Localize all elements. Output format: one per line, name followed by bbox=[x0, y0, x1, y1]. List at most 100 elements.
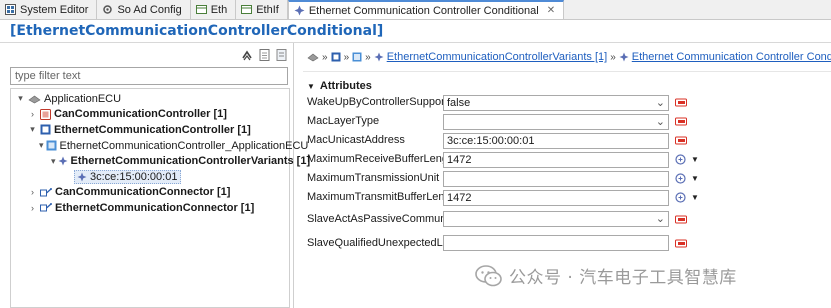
attribute-value: 3c:ce:15:00:00:01 bbox=[447, 134, 535, 147]
tree-item-count: [1] bbox=[237, 201, 255, 214]
tab-so-ad-config[interactable]: So Ad Config bbox=[97, 0, 191, 19]
attribute-input[interactable]: 1472 bbox=[443, 151, 669, 168]
table-icon bbox=[241, 5, 253, 14]
tree-item-label: ApplicationECU bbox=[44, 92, 122, 105]
reference-icon[interactable] bbox=[675, 154, 686, 165]
dropdown-arrow-icon[interactable]: ▼ bbox=[691, 193, 699, 202]
clear-value-icon[interactable] bbox=[675, 215, 687, 224]
variant-icon[interactable] bbox=[619, 52, 629, 62]
wechat-logo-icon bbox=[475, 264, 502, 286]
chevron-down-icon[interactable]: ⌄ bbox=[656, 97, 665, 108]
attribute-actions bbox=[675, 215, 687, 224]
tree-toolbar bbox=[241, 49, 287, 61]
tree-item-count: [1] bbox=[210, 108, 227, 121]
tab-ethernet-communication-controller-conditional[interactable]: Ethernet Communication Controller Condit… bbox=[287, 0, 565, 19]
attributes-section-header[interactable]: ▼ Attributes bbox=[307, 80, 372, 92]
tree-pane: ▾ ApplicationECU › CanCommunicationControll… bbox=[0, 43, 310, 308]
eth-controller-icon bbox=[40, 124, 51, 135]
tab-ethif[interactable]: EthIf bbox=[236, 0, 288, 19]
attribute-actions bbox=[675, 117, 687, 126]
tree-item[interactable]: ▾ ApplicationECU bbox=[11, 91, 289, 107]
dropdown-arrow-icon[interactable]: ▼ bbox=[691, 174, 699, 183]
tab-label: Ethernet Communication Controller Condit… bbox=[308, 4, 539, 17]
attribute-row: SlaveActAsPassiveCommunicatio... ⌄ bbox=[307, 207, 827, 231]
attribute-actions: ▼ bbox=[675, 173, 699, 184]
tree-item[interactable]: › CanCommunicationConnector [1] bbox=[11, 185, 289, 201]
chevron-down-icon[interactable]: ⌄ bbox=[656, 116, 665, 127]
tree-item[interactable]: ▾ EthernetCommunicationController_Applica… bbox=[11, 138, 308, 154]
attribute-actions bbox=[675, 98, 687, 107]
collapse-all-icon[interactable] bbox=[241, 49, 253, 61]
tree-item-count: [1] bbox=[234, 123, 251, 136]
ecu-icon[interactable] bbox=[307, 52, 319, 62]
close-icon[interactable]: ✕ bbox=[547, 5, 555, 16]
diamond-icon bbox=[294, 5, 305, 16]
tab-eth[interactable]: Eth bbox=[191, 0, 237, 19]
tree-item[interactable]: › CanCommunicationController [1] bbox=[11, 107, 289, 123]
attribute-combo[interactable]: false ⌄ bbox=[443, 94, 669, 111]
tree-item[interactable]: ▾ EthernetCommunicationControllerVariants… bbox=[11, 153, 310, 169]
tree-item-label: 3c:ce:15:00:00:01 bbox=[90, 170, 178, 183]
filter-doc-icon[interactable] bbox=[276, 49, 287, 61]
tree-item[interactable]: 3c:ce:15:00:00:01 bbox=[11, 169, 289, 185]
chevron-right-icon[interactable]: › bbox=[27, 187, 38, 197]
section-title: Attributes bbox=[319, 80, 372, 92]
breadcrumb-link-variants[interactable]: EthernetCommunicationControllerVariants … bbox=[387, 51, 608, 63]
tree-item-label: CanCommunicationConnector bbox=[55, 186, 214, 199]
chevron-right-icon: » bbox=[322, 51, 328, 63]
breadcrumb: » » » EthernetCommunicationControllerVar… bbox=[307, 51, 831, 63]
attribute-label: MaximumTransmissionUnit bbox=[307, 173, 440, 184]
attribute-row: MaximumTransmitBufferLength 1472 ▼ bbox=[307, 188, 827, 207]
attribute-label: MaximumTransmitBufferLength bbox=[307, 192, 443, 203]
dropdown-arrow-icon[interactable]: ▼ bbox=[691, 155, 699, 164]
attribute-row: MacLayerType ⌄ bbox=[307, 112, 827, 131]
attribute-row: MaximumTransmissionUnit ▼ bbox=[307, 169, 827, 188]
attribute-input[interactable] bbox=[443, 235, 669, 251]
attribute-actions: ▼ bbox=[675, 154, 699, 165]
attribute-input[interactable]: 1472 bbox=[443, 189, 669, 206]
variant-icon[interactable] bbox=[374, 52, 384, 62]
attribute-combo[interactable]: ⌄ bbox=[443, 113, 669, 130]
reference-icon[interactable] bbox=[675, 192, 686, 203]
tab-system-editor[interactable]: System Editor bbox=[0, 0, 98, 19]
table-icon bbox=[195, 5, 207, 14]
eth-instance-icon[interactable] bbox=[352, 52, 362, 62]
clear-value-icon[interactable] bbox=[675, 136, 687, 145]
tree-item[interactable]: › EthernetCommunicationConnector [1] bbox=[11, 200, 289, 216]
attribute-label: MacUnicastAddress bbox=[307, 135, 405, 146]
attribute-combo[interactable]: ⌄ bbox=[443, 211, 669, 227]
chevron-right-icon: » bbox=[343, 51, 350, 63]
attribute-value: false bbox=[447, 96, 471, 109]
eth-instance-icon bbox=[46, 140, 57, 151]
tree-item-label: EthernetCommunicationController bbox=[54, 123, 235, 136]
clear-value-icon[interactable] bbox=[675, 117, 687, 126]
filter-input[interactable] bbox=[10, 67, 288, 85]
grid-icon bbox=[5, 4, 16, 15]
attribute-actions: ▼ bbox=[675, 192, 699, 203]
chevron-right-icon[interactable]: › bbox=[27, 203, 38, 213]
attribute-label: SlaveQualifiedUnexpectedLinkD... bbox=[307, 237, 443, 249]
document-icon[interactable] bbox=[259, 49, 270, 61]
tree-item[interactable]: ▾ EthernetCommunicationController [1] bbox=[11, 122, 289, 138]
tab-label: So Ad Config bbox=[117, 3, 182, 16]
tab-label: System Editor bbox=[20, 3, 89, 16]
attribute-input[interactable]: 3c:ce:15:00:00:01 bbox=[443, 132, 669, 149]
attribute-input[interactable] bbox=[443, 170, 669, 187]
attribute-row: SlaveQualifiedUnexpectedLinkD... bbox=[307, 231, 827, 255]
tree-item-label: CanCommunicationController bbox=[54, 108, 211, 121]
chevron-down-icon[interactable]: ▼ bbox=[307, 82, 315, 91]
connector-icon bbox=[40, 187, 52, 198]
attribute-label: WakeUpByControllerSupported bbox=[307, 97, 443, 108]
clear-value-icon[interactable] bbox=[675, 239, 687, 248]
chevron-down-icon[interactable]: ▾ bbox=[15, 93, 26, 104]
tree-item-label: EthernetCommunicationController_Applicat… bbox=[59, 139, 309, 152]
chevron-down-icon[interactable]: ▾ bbox=[27, 124, 38, 135]
eth-controller-icon[interactable] bbox=[331, 52, 341, 62]
clear-value-icon[interactable] bbox=[675, 98, 687, 107]
chevron-down-icon[interactable]: ⌄ bbox=[656, 214, 665, 225]
chevron-right-icon[interactable]: › bbox=[27, 109, 38, 119]
connector-icon bbox=[40, 202, 52, 213]
reference-icon[interactable] bbox=[675, 173, 686, 184]
attribute-row: MacUnicastAddress 3c:ce:15:00:00:01 bbox=[307, 131, 827, 150]
breadcrumb-link-conditional[interactable]: Ethernet Communication Controller Condit… bbox=[632, 51, 831, 63]
